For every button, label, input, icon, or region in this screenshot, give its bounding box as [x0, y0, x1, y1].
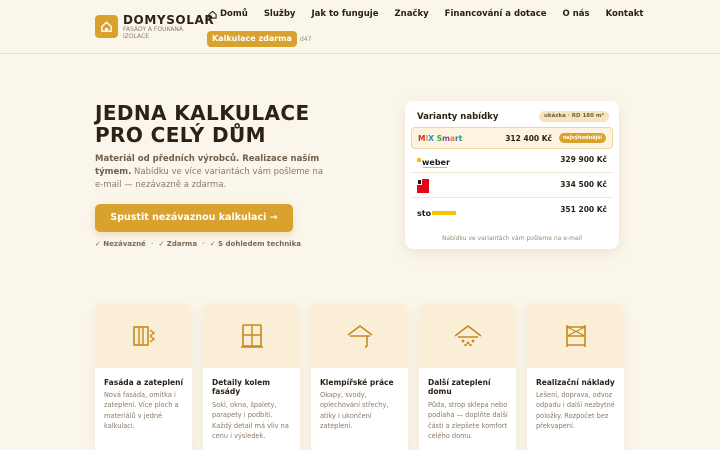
nav-extra-text: d47 — [300, 36, 312, 43]
service-description: Sokl, okna, špalety, parapety i podbití.… — [212, 401, 289, 441]
service-card-costs[interactable]: Realizační náklady Lešení, doprava, odvo… — [527, 304, 624, 450]
benefit-item: ✓ S dohledem technika — [209, 240, 301, 248]
variant-price: 334 500 Kč — [560, 180, 607, 189]
start-calculation-button[interactable]: Spustit nezávaznou kalkulaci → — [95, 204, 293, 232]
scaffold-icon — [565, 325, 586, 347]
nav-item-brands[interactable]: Značky — [394, 9, 428, 19]
nav-item-about[interactable]: O nás — [563, 9, 590, 19]
hero-subtitle: Materiál od předních výrobců. Realizace … — [95, 153, 327, 192]
benefit-item: ✓ Nezávazné — [95, 240, 146, 248]
header-divider — [0, 53, 720, 54]
brand-tagline: FASÁDY A FOUKANÁ IZOLACE — [123, 26, 183, 40]
hero-title-line: JEDNA KALKULACE — [95, 101, 310, 125]
nav-label: Značky — [394, 9, 429, 19]
nav-label: Kontakt — [605, 9, 644, 19]
service-description: Okapy, svody, oplechování střechy, atiky… — [320, 391, 389, 431]
mix-smart-logo: MIX Smart — [418, 134, 463, 143]
brand-name[interactable]: DOMYSOLAR — [123, 13, 214, 27]
nav-item-financing[interactable]: Financování a dotace — [445, 9, 547, 19]
card-footer: Nabídku ve variantách vám pošleme na e-m… — [442, 235, 582, 242]
variant-row-baumit[interactable]: 334 500 Kč — [411, 174, 613, 196]
roof-insulation-icon — [454, 324, 481, 347]
site-header: DOMYSOLAR FASÁDY A FOUKANÁ IZOLACE Domů … — [0, 0, 720, 54]
hero-title-line: PRO CELÝ DŮM — [95, 123, 266, 147]
service-card-header — [203, 304, 300, 368]
service-card-facade[interactable]: Fasáda a zateplení Nová fasáda, omítka i… — [95, 304, 192, 450]
service-card-header — [311, 304, 408, 368]
row-divider — [411, 172, 613, 173]
card-title: Varianty nabídky — [417, 112, 499, 122]
benefit-item: ✓ Zdarma — [158, 240, 198, 248]
service-description: Půda, strop sklepa nebo podlaha — doplňt… — [428, 401, 508, 441]
service-description: Lešení, doprava, odvoz odpadu i další ne… — [536, 391, 615, 431]
service-card-header — [95, 304, 192, 368]
hero-title: JEDNA KALKULACE PRO CELÝ DŮM — [95, 102, 355, 146]
logo-icon[interactable] — [95, 15, 118, 38]
home-icon — [208, 10, 217, 19]
service-description: Nová fasáda, omítka i zateplení. Více pl… — [104, 391, 179, 431]
sto-logo: sto — [417, 204, 457, 223]
service-title: Další zateplení domu — [428, 378, 491, 396]
svg-text:sto: sto — [417, 209, 432, 218]
nav-item-home[interactable]: Domů — [208, 9, 248, 19]
nav-label: O nás — [562, 9, 590, 19]
baumit-logo — [417, 178, 429, 197]
nav-item-how-it-works[interactable]: Jak to funguje — [311, 9, 378, 19]
hero-benefits: ✓ Nezávazné · ✓ Zdarma · ✓ S dohledem tech… — [95, 240, 301, 248]
offer-variants-card: Varianty nabídky ukázka · RD 180 m² MIX … — [405, 101, 619, 249]
variant-price: 329 900 Kč — [560, 155, 607, 164]
best-value-badge: nejvýhodnější — [558, 133, 606, 143]
service-card-details[interactable]: Detaily kolem fasády Sokl, okna, špalety… — [203, 304, 300, 450]
service-title: Fasáda a zateplení — [104, 378, 184, 387]
variant-row-mix-smart[interactable]: MIX Smart 312 400 Kč nejvýhodnější — [411, 127, 613, 149]
nav-label: Domů — [220, 9, 248, 19]
service-card-header — [419, 304, 516, 368]
nav-label: Jak to funguje — [311, 9, 379, 19]
variant-row-weber[interactable]: weber 329 900 Kč — [411, 149, 613, 171]
nav-item-services[interactable]: Služby — [264, 9, 296, 19]
svg-text:weber: weber — [422, 158, 450, 167]
window-icon — [240, 324, 263, 348]
variant-row-sto[interactable]: sto 351 200 Kč — [411, 199, 613, 221]
nav-item-contact[interactable]: Kontakt — [606, 9, 644, 19]
gutter-icon — [347, 325, 372, 348]
nav-label: Služby — [263, 9, 296, 19]
service-title: Realizační náklady — [536, 378, 615, 387]
facade-icon — [132, 326, 155, 346]
nav-label: Financování a dotace — [444, 9, 547, 19]
service-title: Detaily kolem fasády — [212, 378, 271, 396]
weber-logo: weber — [417, 154, 451, 173]
variant-price: 312 400 Kč — [505, 134, 552, 143]
main-nav: Domů Služby Jak to funguje Značky Financ… — [208, 9, 659, 19]
service-card-plumbing[interactable]: Klempířské práce Okapy, svody, oplechová… — [311, 304, 408, 450]
service-card-header — [527, 304, 624, 368]
service-title: Klempířské práce — [320, 378, 394, 387]
sample-badge: ukázka · RD 180 m² — [538, 111, 609, 122]
service-card-insulation[interactable]: Další zateplení domu Půda, strop sklepa … — [419, 304, 516, 450]
variant-price: 351 200 Kč — [560, 205, 607, 214]
row-divider — [411, 197, 613, 198]
free-calculation-button[interactable]: Kalkulace zdarma — [207, 31, 297, 47]
